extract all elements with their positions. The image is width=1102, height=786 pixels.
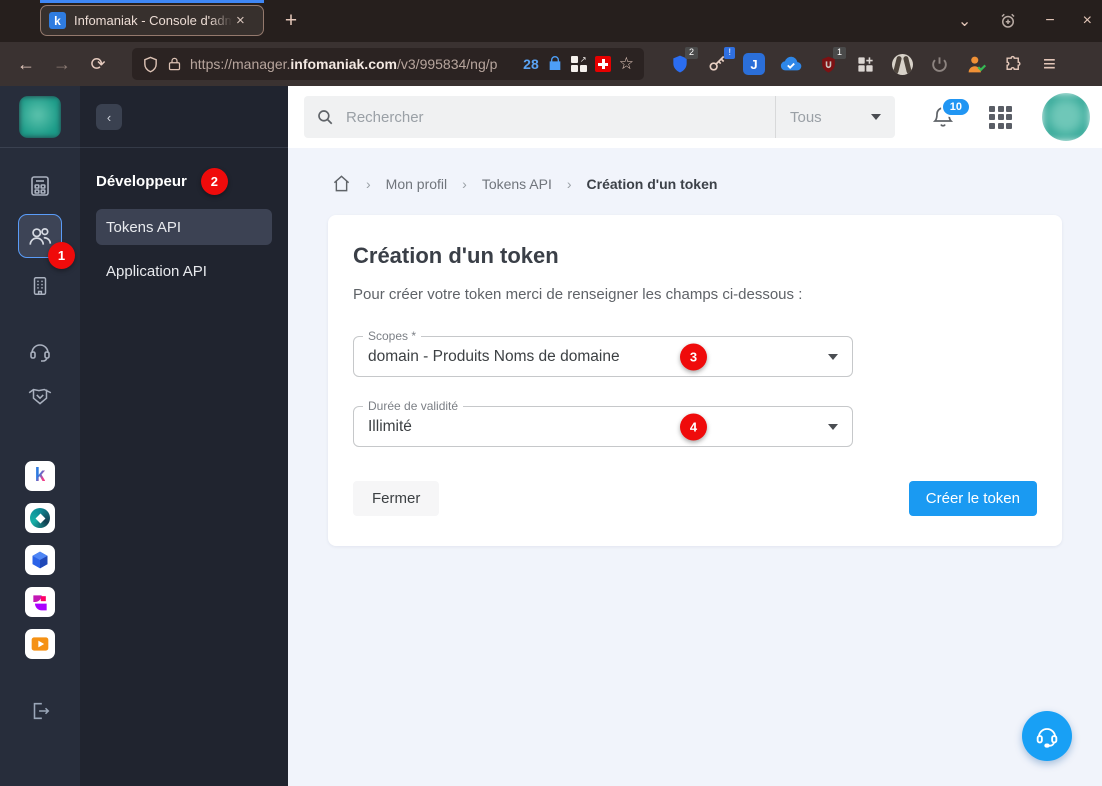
notification-count-badge: 10	[940, 97, 971, 117]
titlebar: k Infomaniak - Console d'adm × + ⌄ − ×	[0, 0, 1102, 42]
tracking-shield-icon[interactable]	[142, 56, 159, 73]
user-avatar[interactable]	[1042, 93, 1090, 141]
nav-toolbar: ← → ⟳ https://manager.infomaniak.com/v3/…	[0, 42, 1102, 86]
sidebar-item-products-icon[interactable]	[20, 166, 60, 206]
annotation-badge-1: 1	[48, 242, 75, 269]
scopes-select[interactable]: Scopes * domain - Produits Noms de domai…	[353, 329, 853, 377]
ext-password-key-icon[interactable]: !	[705, 47, 735, 76]
breadcrumb: › Mon profil › Tokens API › Création d'u…	[328, 148, 1062, 193]
browser-tab[interactable]: k Infomaniak - Console d'adm ×	[40, 5, 264, 36]
token-creation-card: Création d'un token Pour créer votre tok…	[328, 215, 1062, 546]
icon-rail: 1 k	[0, 86, 80, 786]
new-tab-button[interactable]: +	[278, 8, 304, 34]
shopping-bag-icon[interactable]	[547, 56, 563, 72]
sidebar-item-users-icon[interactable]: 1	[18, 214, 75, 269]
chevron-down-icon	[871, 114, 881, 120]
app-vod-icon[interactable]	[25, 629, 55, 659]
lock-icon[interactable]	[167, 56, 182, 72]
collapse-sidebar-button[interactable]: ‹	[96, 104, 122, 130]
url-text: https://manager.infomaniak.com/v3/995834…	[190, 56, 498, 72]
back-button[interactable]: ←	[10, 48, 42, 80]
sidebar-item-partner-icon[interactable]	[20, 376, 60, 416]
tab-title-fade	[210, 13, 232, 28]
validity-select[interactable]: Durée de validité Illimité 4	[353, 399, 853, 447]
sidebar-item-application-api[interactable]: Application API	[96, 255, 272, 287]
extension-row: 2 ! J 1	[668, 47, 1025, 76]
menu-icon[interactable]: ≡	[1043, 51, 1056, 77]
org-logo[interactable]	[19, 96, 61, 138]
main-area: Tous 10	[288, 86, 1102, 786]
home-icon[interactable]	[332, 174, 351, 193]
search-input[interactable]	[346, 108, 775, 126]
browser-window: k Infomaniak - Console d'adm × + ⌄ − × ←…	[0, 0, 1102, 786]
sidebar-item-support-icon[interactable]	[20, 332, 60, 372]
breadcrumb-item-profile[interactable]: Mon profil	[386, 176, 447, 192]
reload-button[interactable]: ⟳	[82, 48, 114, 80]
app-kdrive-icon[interactable]	[25, 545, 55, 575]
ext-vpn-shield-icon[interactable]: 2	[668, 47, 698, 76]
app-kmeet-icon[interactable]	[25, 587, 55, 617]
app-header: Tous 10	[288, 86, 1102, 148]
page: 1 k ‹ Développeur 2 Tokens API Applicati…	[0, 86, 1102, 786]
panel-heading-label: Développeur	[96, 173, 187, 190]
app-kchat-icon[interactable]	[25, 503, 55, 533]
annotation-badge-4: 4	[680, 413, 707, 440]
card-subtitle: Pour créer votre token merci de renseign…	[353, 286, 803, 303]
apps-grid-icon[interactable]	[989, 105, 1012, 129]
alarm-clock-icon[interactable]	[999, 12, 1017, 30]
extensions-puzzle-icon[interactable]	[1001, 52, 1025, 76]
tab-title: Infomaniak - Console d'adm	[74, 13, 232, 28]
ext-user-check-icon[interactable]	[964, 52, 988, 76]
sidebar-item-organization-icon[interactable]	[20, 266, 60, 306]
minimize-button[interactable]: −	[1045, 12, 1054, 30]
content-area: › Mon profil › Tokens API › Création d'u…	[288, 148, 1102, 786]
annotation-badge-2: 2	[200, 168, 228, 195]
search-scope-select[interactable]: Tous	[775, 96, 895, 138]
app-ksuite-icon[interactable]: k	[25, 461, 55, 491]
forward-button[interactable]: →	[46, 48, 78, 80]
url-bar[interactable]: https://manager.infomaniak.com/v3/995834…	[132, 48, 644, 80]
close-button[interactable]: Fermer	[353, 481, 440, 516]
breadcrumb-item-current: Création d'un token	[586, 175, 718, 192]
notifications-button[interactable]: 10	[931, 97, 971, 129]
scopes-label: Scopes *	[363, 329, 422, 343]
search-bar[interactable]: Tous	[304, 96, 895, 138]
container-tabs-icon[interactable]: ↗	[570, 56, 587, 72]
bookmark-star-icon[interactable]: ☆	[619, 54, 634, 74]
tab-close-icon[interactable]: ×	[236, 13, 245, 28]
rail-divider	[0, 147, 80, 148]
secondary-sidebar: ‹ Développeur 2 Tokens API Application A…	[80, 86, 288, 786]
scopes-value: domain - Produits Noms de domaine	[368, 347, 620, 365]
sidebar-item-tokens-api[interactable]: Tokens API	[96, 209, 272, 245]
swiss-flag-icon	[594, 56, 611, 72]
breadcrumb-item-tokens[interactable]: Tokens API	[482, 176, 552, 192]
tab-list-icon[interactable]: ⌄	[958, 11, 971, 31]
panel-heading: Développeur 2	[96, 168, 272, 195]
window-close-button[interactable]: ×	[1083, 12, 1092, 30]
tab-favicon: k	[49, 12, 66, 29]
logout-icon[interactable]	[20, 691, 60, 731]
ext-cloud-sync-icon[interactable]	[779, 52, 803, 76]
support-chat-button[interactable]	[1022, 711, 1072, 761]
annotation-badge-3: 3	[680, 343, 707, 370]
chevron-down-icon	[828, 423, 838, 430]
ext-ublock-icon[interactable]: 1	[816, 47, 846, 76]
search-icon	[316, 108, 334, 126]
create-token-button[interactable]: Créer le token	[908, 481, 1037, 516]
chevron-down-icon	[828, 353, 838, 360]
ext-grid-plus-icon[interactable]	[853, 52, 877, 76]
validity-value: Illimité	[368, 417, 412, 435]
page-title: Création d'un token	[353, 243, 559, 268]
ext-j-icon[interactable]: J	[742, 52, 766, 76]
validity-label: Durée de validité	[363, 399, 464, 413]
active-tab-accent	[40, 0, 264, 3]
cart-count: 28	[523, 56, 539, 72]
ext-privacy-badger-icon[interactable]	[890, 52, 914, 76]
ext-power-icon[interactable]	[927, 52, 951, 76]
